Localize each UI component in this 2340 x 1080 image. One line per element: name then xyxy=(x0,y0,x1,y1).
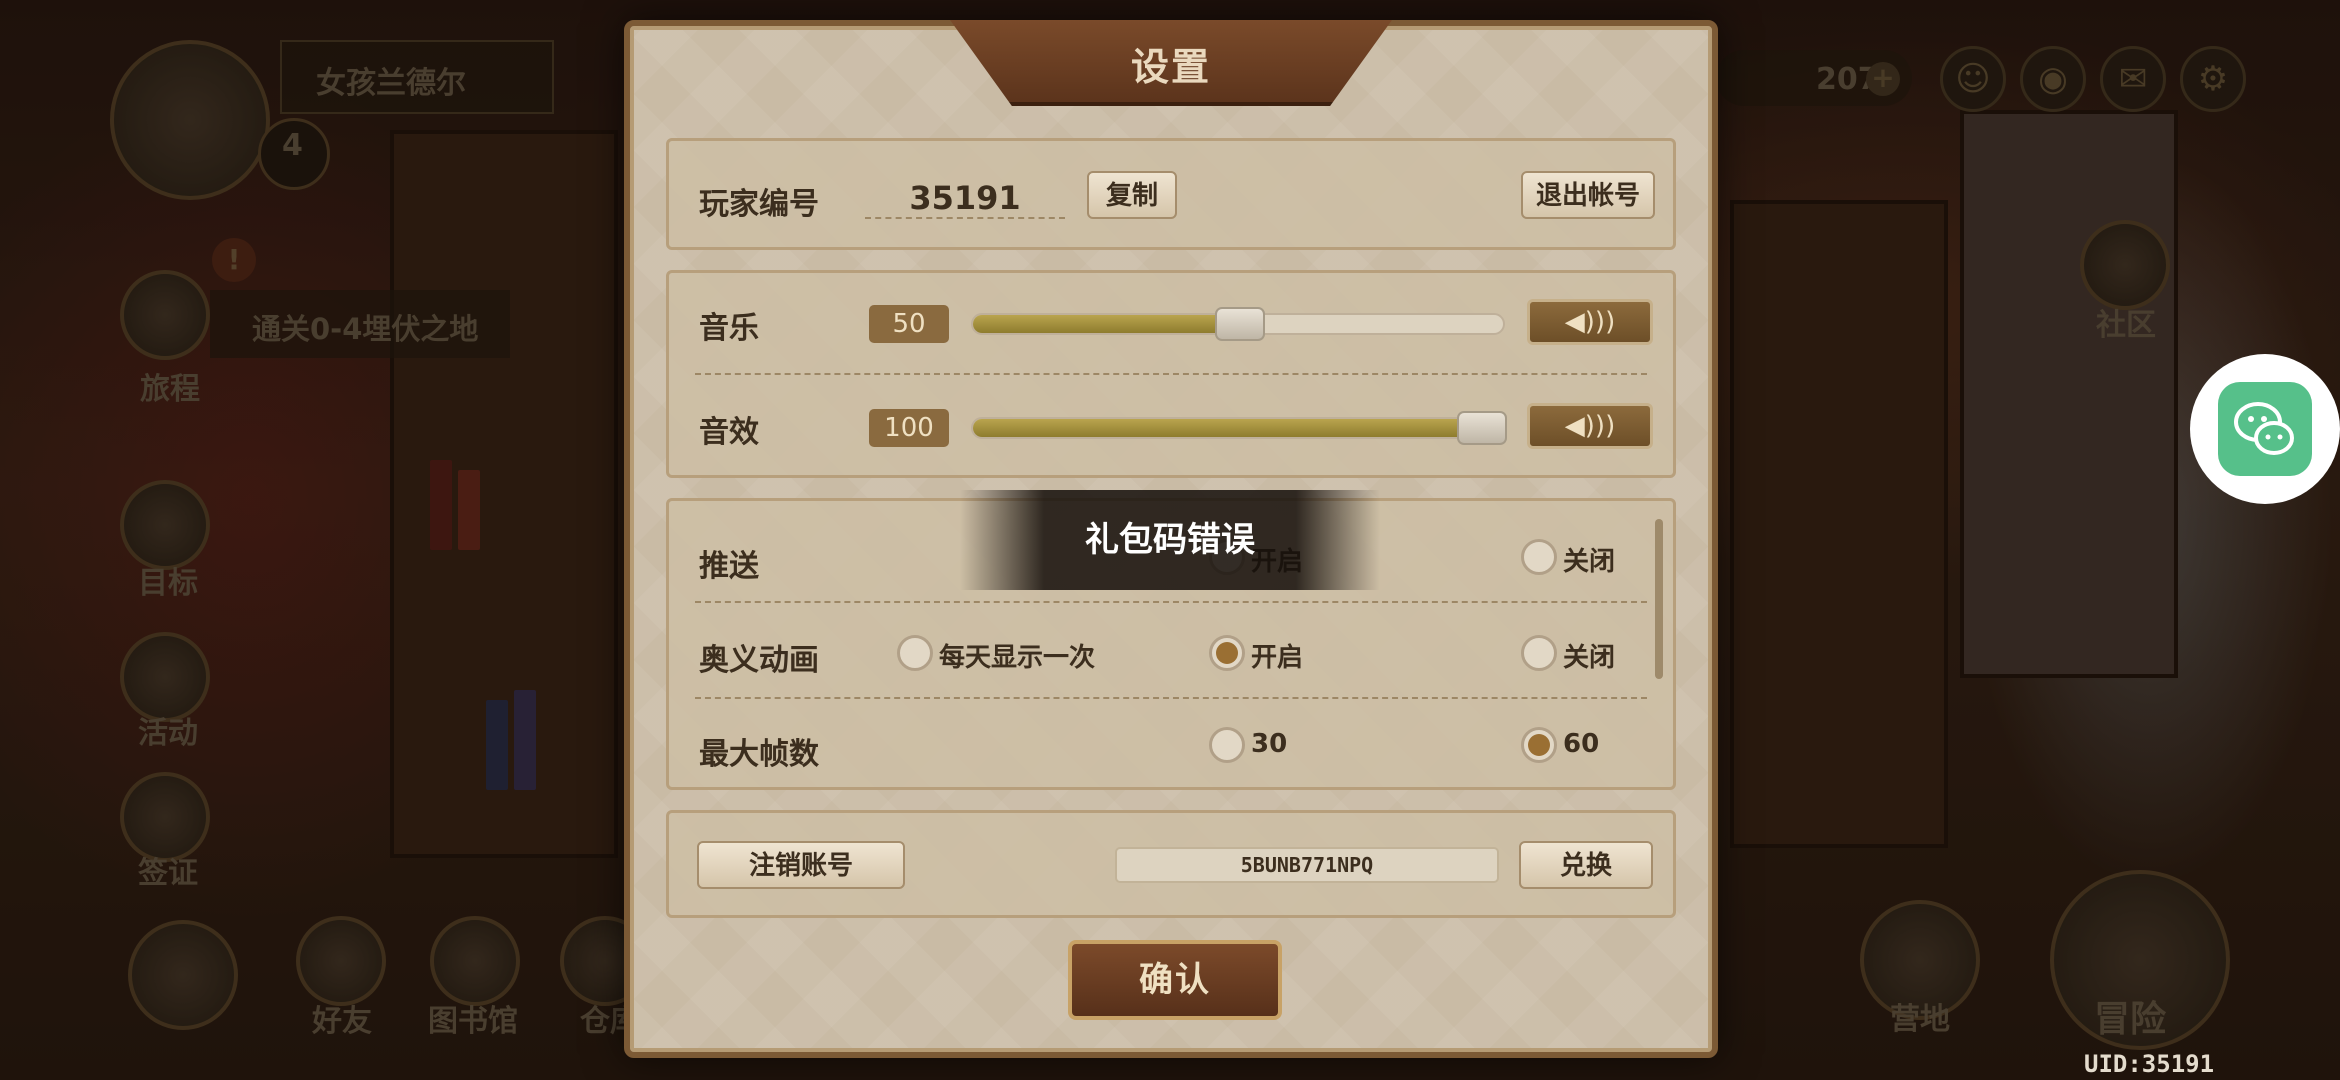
music-label: 音乐 xyxy=(699,311,759,346)
sfx-volume-icon[interactable]: ◀))) xyxy=(1527,403,1653,449)
music-slider-fill xyxy=(973,315,1240,333)
music-volume-icon[interactable]: ◀))) xyxy=(1527,299,1653,345)
push-off-label: 关闭 xyxy=(1563,547,1616,577)
fps-60-radio[interactable] xyxy=(1521,727,1557,763)
player-id-value: 35191 xyxy=(865,179,1065,219)
wechat-float-button[interactable] xyxy=(2190,354,2340,504)
fps-30-radio[interactable] xyxy=(1209,727,1245,763)
sfx-slider-handle[interactable] xyxy=(1457,411,1507,445)
logout-button[interactable]: 退出帐号 xyxy=(1521,171,1655,219)
fps-label: 最大帧数 xyxy=(699,737,819,772)
fps-30-label: 30 xyxy=(1251,729,1288,759)
ultimate-on-radio[interactable] xyxy=(1209,635,1245,671)
audio-section: 音乐 50 ◀))) 音效 100 ◀))) xyxy=(666,270,1676,478)
sfx-value: 100 xyxy=(869,409,949,447)
ultimate-daily-label: 每天显示一次 xyxy=(939,643,1096,673)
account-section: 玩家编号 35191 复制 退出帐号 xyxy=(666,138,1676,250)
copy-button[interactable]: 复制 xyxy=(1087,171,1177,219)
push-off-radio[interactable] xyxy=(1521,539,1557,575)
ultimate-off-radio[interactable] xyxy=(1521,635,1557,671)
gift-code-input[interactable]: 5BUNB771NPQ xyxy=(1115,847,1499,883)
fps-60-label: 60 xyxy=(1563,729,1600,759)
music-value: 50 xyxy=(869,305,949,343)
divider xyxy=(695,697,1647,699)
uid-label: UID:35191 xyxy=(2084,1050,2215,1078)
divider xyxy=(695,373,1647,375)
settings-title: 设置 xyxy=(1130,45,1211,89)
music-slider-handle[interactable] xyxy=(1215,307,1265,341)
ultimate-daily-radio[interactable] xyxy=(897,635,933,671)
gift-code-section: 注销账号 5BUNB771NPQ 兑换 xyxy=(666,810,1676,918)
confirm-button[interactable]: 确认 xyxy=(1068,940,1282,1020)
ultimate-off-label: 关闭 xyxy=(1563,643,1616,673)
music-slider[interactable] xyxy=(971,307,1505,341)
divider xyxy=(695,601,1647,603)
ultimate-on-label: 开启 xyxy=(1251,643,1304,673)
sfx-slider[interactable] xyxy=(971,411,1507,445)
sfx-slider-fill xyxy=(973,419,1482,437)
push-label: 推送 xyxy=(699,549,759,584)
cancel-account-button[interactable]: 注销账号 xyxy=(697,841,905,889)
ultimate-label: 奥义动画 xyxy=(699,643,819,678)
sfx-label: 音效 xyxy=(699,415,759,450)
options-scrollbar[interactable] xyxy=(1655,519,1663,679)
player-id-label: 玩家编号 xyxy=(699,187,819,222)
wechat-icon xyxy=(2218,382,2312,476)
redeem-button[interactable]: 兑换 xyxy=(1519,841,1653,889)
error-toast: 礼包码错误 xyxy=(960,490,1380,590)
